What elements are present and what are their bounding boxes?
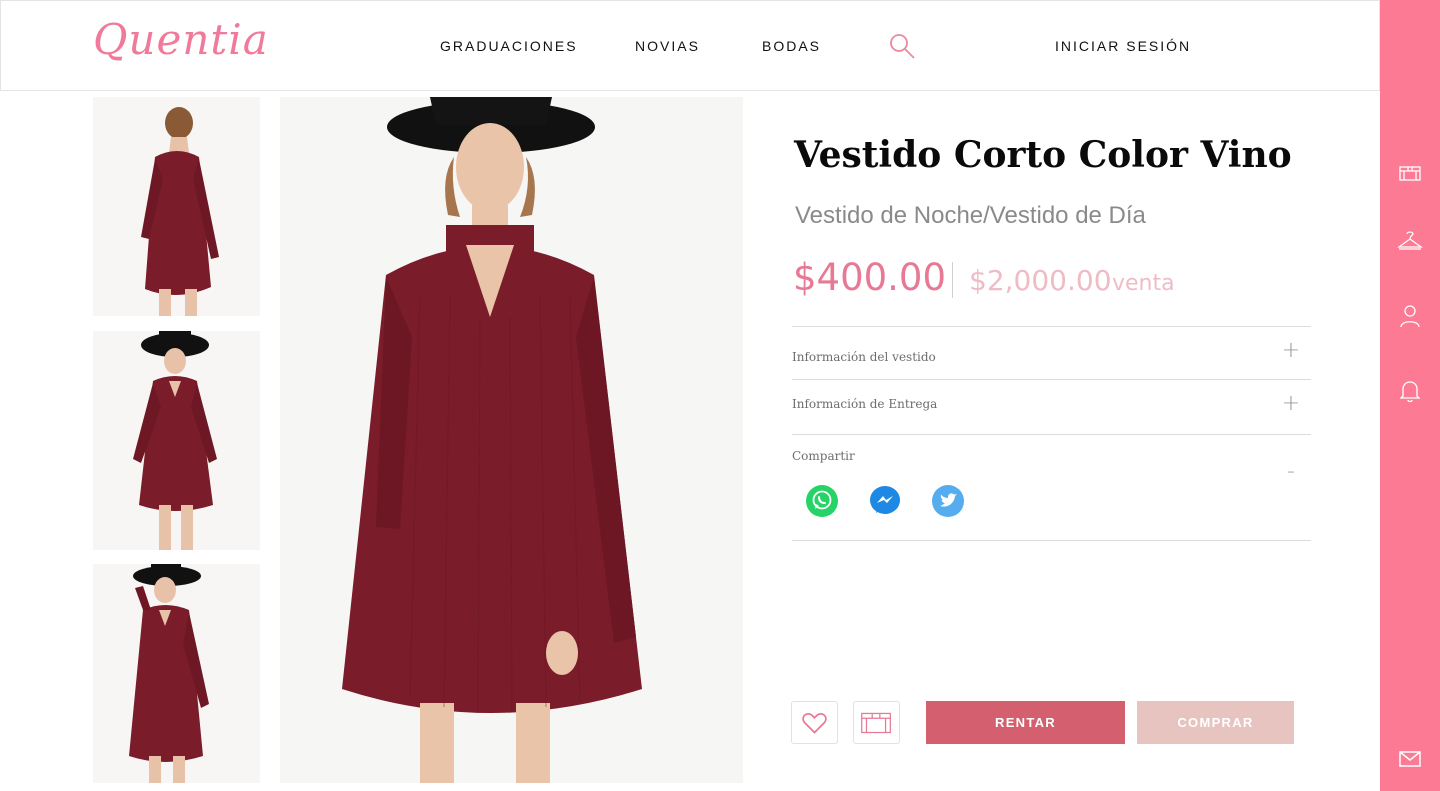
top-header: Quentia GRADUACIONES NOVIAS BODAS INICIA… xyxy=(0,0,1380,91)
divider xyxy=(792,326,1311,327)
divider xyxy=(792,540,1311,541)
nav-bodas[interactable]: BODAS xyxy=(762,38,821,54)
side-rail xyxy=(1380,0,1440,791)
favorite-button[interactable] xyxy=(791,701,838,744)
sale-label: venta xyxy=(1112,271,1175,296)
messenger-icon[interactable] xyxy=(868,484,902,518)
expand-delivery-info-toggle[interactable]: + xyxy=(1281,393,1301,415)
login-link[interactable]: INICIAR SESIÓN xyxy=(1055,38,1191,54)
expand-dress-info-toggle[interactable]: + xyxy=(1281,340,1301,362)
product-subtitle: Vestido de Noche/Vestido de Día xyxy=(795,202,1146,229)
brand-logo[interactable]: Quentia xyxy=(93,15,269,64)
thumbnail-back-view[interactable] xyxy=(93,97,260,316)
rent-price: $400.00 xyxy=(793,256,947,299)
buy-button[interactable]: COMPRAR xyxy=(1137,701,1294,744)
bell-icon[interactable] xyxy=(1397,378,1423,404)
whatsapp-icon[interactable] xyxy=(805,484,839,518)
collapse-share-toggle[interactable]: - xyxy=(1281,461,1301,483)
box-icon xyxy=(861,712,891,734)
user-icon[interactable] xyxy=(1397,303,1423,329)
rent-button[interactable]: RENTAR xyxy=(926,701,1125,744)
heart-icon xyxy=(802,713,827,734)
twitter-icon[interactable] xyxy=(931,484,965,518)
main-product-image[interactable] xyxy=(280,97,743,783)
nav-novias[interactable]: NOVIAS xyxy=(635,38,700,54)
hanger-icon[interactable] xyxy=(1397,230,1423,256)
accordion-delivery-info[interactable]: Información de Entrega xyxy=(792,397,937,411)
price-divider xyxy=(952,262,953,298)
product-title: Vestido Corto Color Vino xyxy=(794,134,1292,176)
accordion-dress-info[interactable]: Información del vestido xyxy=(792,350,936,364)
search-icon[interactable] xyxy=(888,32,916,60)
add-to-box-button[interactable] xyxy=(853,701,900,744)
mail-icon[interactable] xyxy=(1397,746,1423,772)
thumbnail-front-hat[interactable] xyxy=(93,331,260,550)
nav-graduaciones[interactable]: GRADUACIONES xyxy=(440,38,578,54)
divider xyxy=(792,434,1311,435)
thumbnail-side-hat[interactable] xyxy=(93,564,260,783)
sale-price: $2,000.00 xyxy=(969,264,1112,297)
divider xyxy=(792,379,1311,380)
accordion-share[interactable]: Compartir xyxy=(792,449,855,463)
box-icon[interactable] xyxy=(1397,160,1423,186)
